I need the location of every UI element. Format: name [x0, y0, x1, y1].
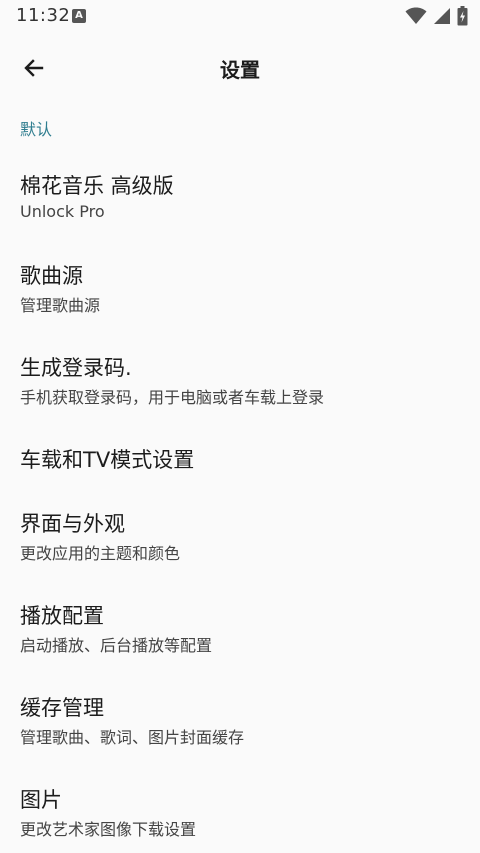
setting-subtitle: 更改应用的主题和颜色 [20, 544, 181, 563]
setting-item-login-code[interactable]: 生成登录码. 手机获取登录码，用于电脑或者车载上登录 [0, 342, 480, 422]
setting-subtitle: 管理歌曲、歌词、图片封面缓存 [20, 728, 245, 747]
section-header: 默认 [20, 120, 53, 139]
notification-icon: A [72, 9, 86, 23]
setting-title: 播放配置 [20, 604, 104, 628]
wifi-icon [405, 7, 427, 24]
setting-item-song-source[interactable]: 歌曲源 管理歌曲源 [0, 250, 480, 330]
battery-charging-icon [457, 6, 468, 26]
app-bar: 设置 [0, 34, 480, 100]
setting-subtitle: Unlock Pro [20, 202, 105, 221]
setting-title: 棉花音乐 高级版 [20, 174, 174, 198]
page-title: 设置 [220, 58, 260, 82]
setting-item-car-tv-mode[interactable]: 车载和TV模式设置 [0, 432, 480, 488]
setting-title: 图片 [20, 788, 62, 812]
setting-subtitle: 启动播放、后台播放等配置 [20, 636, 213, 655]
setting-item-appearance[interactable]: 界面与外观 更改应用的主题和颜色 [0, 498, 480, 578]
setting-title: 生成登录码. [20, 356, 132, 380]
setting-item-playback[interactable]: 播放配置 启动播放、后台播放等配置 [0, 590, 480, 670]
setting-item-cache[interactable]: 缓存管理 管理歌曲、歌词、图片封面缓存 [0, 682, 480, 762]
status-bar: 11:32 A [0, 0, 480, 34]
setting-item-premium[interactable]: 棉花音乐 高级版 Unlock Pro [0, 158, 480, 238]
setting-subtitle: 管理歌曲源 [20, 296, 101, 315]
setting-item-images[interactable]: 图片 更改艺术家图像下载设置 [0, 774, 480, 853]
signal-icon [434, 8, 450, 24]
setting-title: 缓存管理 [20, 696, 104, 720]
setting-title: 歌曲源 [20, 264, 83, 288]
setting-subtitle: 手机获取登录码，用于电脑或者车载上登录 [20, 388, 325, 407]
status-icons [405, 6, 468, 26]
setting-subtitle: 更改艺术家图像下载设置 [20, 820, 197, 839]
status-time: 11:32 [16, 5, 71, 26]
setting-title: 车载和TV模式设置 [20, 448, 195, 472]
setting-title: 界面与外观 [20, 512, 125, 536]
